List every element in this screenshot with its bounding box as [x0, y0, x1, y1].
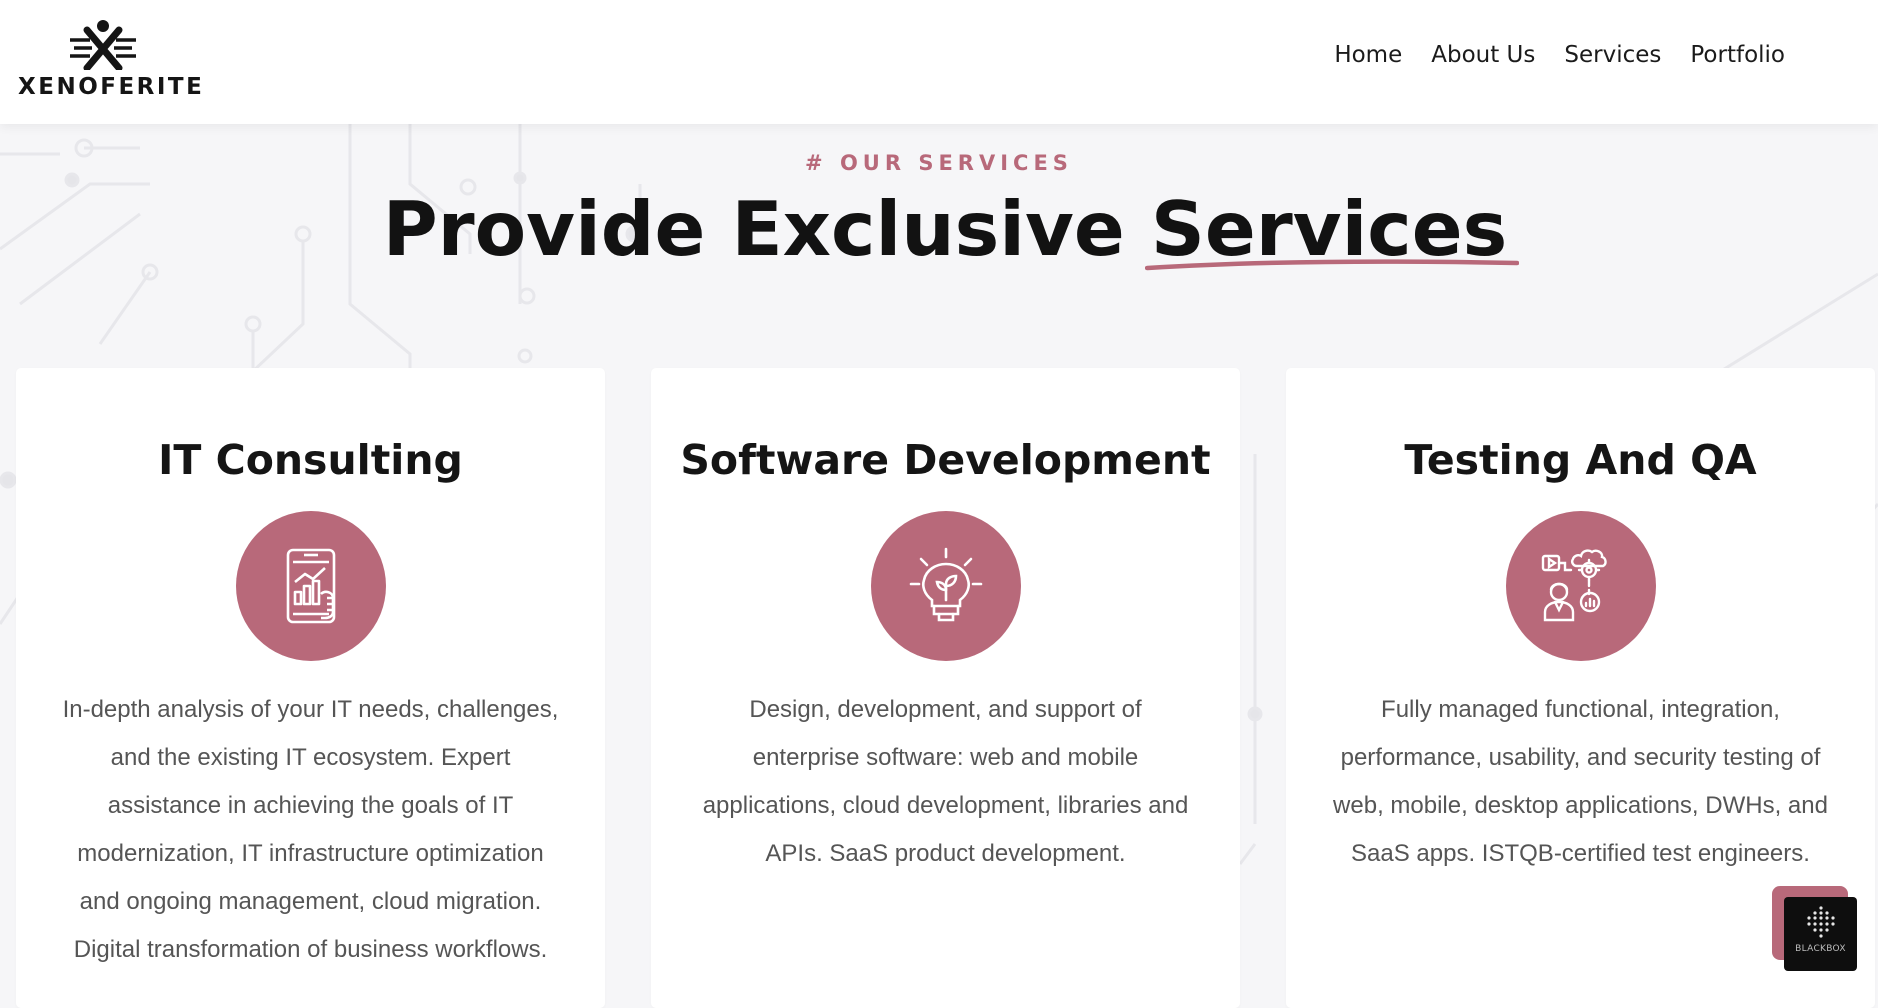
main-nav: Home About Us Services Portfolio: [1305, 38, 1785, 72]
xenoferite-logo-icon: [70, 20, 136, 70]
card-title: Software Development: [680, 436, 1211, 484]
nav-portfolio[interactable]: Portfolio: [1690, 38, 1785, 72]
service-card-software-development: Software Development Design, development…: [651, 368, 1240, 1008]
site-header: XENOFERITE Home About Us Services Portfo…: [0, 0, 1878, 124]
blackbox-label: BLACKBOX: [1795, 944, 1846, 954]
underline-stroke-icon: [1144, 259, 1520, 271]
blackbox-widget[interactable]: BLACKBOX: [1784, 897, 1857, 971]
nav-services[interactable]: Services: [1564, 38, 1661, 72]
icon-circle: [871, 511, 1021, 661]
card-description: In-depth analysis of your IT needs, chal…: [62, 696, 559, 963]
icon-circle: [236, 511, 386, 661]
nav-home[interactable]: Home: [1334, 38, 1402, 72]
mobile-analytics-icon: [286, 548, 336, 624]
lightbulb-icon: [909, 547, 983, 622]
card-description: Fully managed functional, integration, p…: [1333, 696, 1828, 867]
service-card-it-consulting: IT Consulting In-depth analysis of your …: [16, 368, 605, 1008]
section-title: Provide Exclusive Services: [0, 185, 1878, 273]
tester-workflow-icon: [1541, 549, 1607, 622]
card-title: Testing And QA: [1404, 436, 1757, 484]
icon-circle: [1506, 511, 1656, 661]
section-title-highlight: Services: [1144, 185, 1520, 273]
card-title: IT Consulting: [158, 436, 463, 484]
logo-wordmark: XENOFERITE: [18, 74, 205, 100]
blackbox-logo-icon: [1807, 906, 1835, 938]
section-tag: # OUR SERVICES: [805, 151, 1073, 175]
section-title-plain: Provide Exclusive: [382, 185, 1151, 273]
card-description: Design, development, and support of ente…: [702, 696, 1189, 867]
site-logo[interactable]: XENOFERITE: [18, 18, 205, 102]
nav-about-us[interactable]: About Us: [1431, 38, 1535, 72]
